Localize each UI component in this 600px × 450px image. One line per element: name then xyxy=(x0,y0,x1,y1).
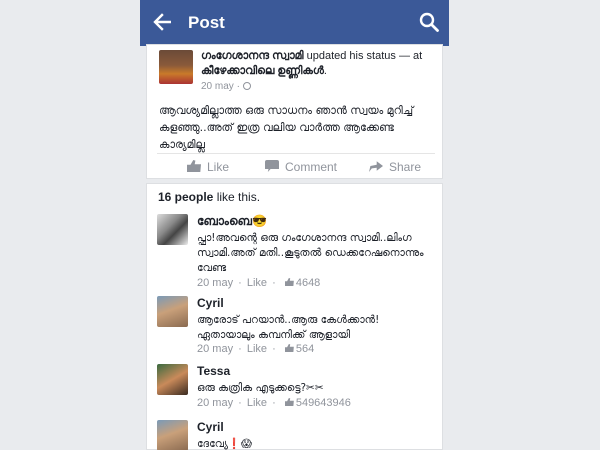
post-action-text: updated his status — at xyxy=(303,50,423,62)
likes-summary[interactable]: 16 people like this. xyxy=(158,190,260,204)
post-date[interactable]: 20 may · xyxy=(201,81,240,92)
post-header: ഗംഗേശാനന്ദ സ്വാമി updated his status — a… xyxy=(201,49,439,79)
comment-date: 20 may xyxy=(197,277,234,289)
comment-date: 20 may xyxy=(197,343,234,355)
author-avatar[interactable] xyxy=(159,50,193,84)
commenter-name[interactable]: Cyril xyxy=(197,296,224,310)
comment-button[interactable]: Comment xyxy=(265,160,337,174)
commenter-avatar[interactable] xyxy=(157,214,188,245)
post-card: ഗംഗേശാനന്ദ സ്വാമി updated his status — a… xyxy=(146,44,443,179)
share-button[interactable]: Share xyxy=(369,160,421,174)
comment-like-button[interactable]: Like xyxy=(247,277,267,289)
post-meta: 20 may · xyxy=(201,81,251,92)
like-label: Like xyxy=(207,160,230,174)
share-icon xyxy=(369,161,383,172)
thumbs-up-icon xyxy=(284,278,294,286)
likes-count: 16 people xyxy=(158,190,214,204)
commenter-name[interactable]: Tessa xyxy=(197,364,230,378)
comment-text: ഒരു കത്രിക എടുക്കട്ടെ?✂✂ xyxy=(197,382,324,394)
likes-suffix: like this. xyxy=(213,190,261,204)
comment-text: പ്ഫാ!അവന്റെ ഒരു ഗംഗേശാനന്ദ സ്വാമി..ലിംഗ … xyxy=(197,232,424,274)
place-suffix: . xyxy=(323,65,327,77)
comment-like-count[interactable]: 4648 xyxy=(296,277,320,289)
arrow-left-icon[interactable] xyxy=(153,12,171,32)
app-screen: Post ഗംഗേശാനന്ദ സ്വാമി updated his statu… xyxy=(140,0,449,450)
top-bar: Post xyxy=(140,0,449,46)
place-link[interactable]: കീഴേക്കാവിലെ ഉണ്ണികൾ xyxy=(201,65,324,77)
post-actions: Like Comment Share xyxy=(157,153,435,179)
thumbs-up-icon xyxy=(284,344,294,352)
comment-text: ദേവ്യേ❗😱 xyxy=(197,438,252,450)
thumbs-up-icon xyxy=(284,398,294,406)
thumbs-up-icon xyxy=(187,160,201,172)
author-name[interactable]: ഗംഗേശാനന്ദ സ്വാമി xyxy=(201,50,304,62)
comment-meta: 20 may · Like · 4648 xyxy=(197,277,321,289)
search-icon[interactable] xyxy=(419,12,439,32)
commenter-name[interactable]: ബോംബെ😎 xyxy=(197,214,267,229)
page-title: Post xyxy=(188,13,225,32)
share-label: Share xyxy=(389,160,422,174)
comment-date: 20 may xyxy=(197,397,234,409)
comment-like-button[interactable]: Like xyxy=(247,343,267,355)
comments-card: 16 people like this. ബോംബെ😎 പ്ഫാ!അവന്റെ … xyxy=(146,183,443,450)
commenter-avatar[interactable] xyxy=(157,364,188,395)
comment-like-button[interactable]: Like xyxy=(247,397,267,409)
comment-meta: 20 may · Like · 549643946 xyxy=(197,397,351,409)
comment-text: ആരോട് പറയാൻ..ആരു കേൾക്കാൻ! ഏതായാലും കമ്പ… xyxy=(197,314,380,341)
comment-label: Comment xyxy=(285,160,338,174)
commenter-avatar[interactable] xyxy=(157,296,188,327)
like-button[interactable]: Like xyxy=(187,160,229,174)
commenter-avatar[interactable] xyxy=(157,420,188,450)
comment-like-count[interactable]: 564 xyxy=(296,343,314,355)
comment-like-count[interactable]: 549643946 xyxy=(296,397,351,409)
post-text: ആവശ്യമില്ലാത്ത ഒരു സാധനം ഞാൻ സ്വയം മുറിച… xyxy=(159,104,414,151)
globe-icon xyxy=(242,82,251,90)
comment-icon xyxy=(265,160,279,172)
comment-meta: 20 may · Like · 564 xyxy=(197,343,315,355)
commenter-name[interactable]: Cyril xyxy=(197,420,224,434)
